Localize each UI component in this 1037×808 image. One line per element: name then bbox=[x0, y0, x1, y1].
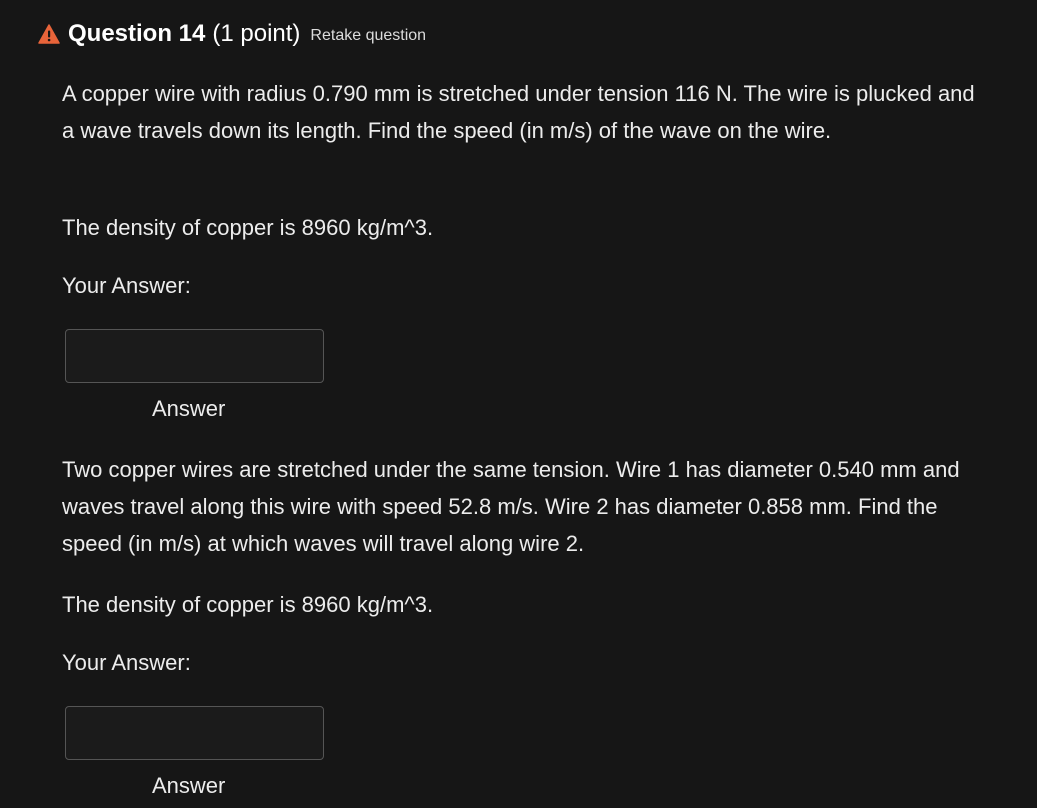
retake-question-link[interactable]: Retake question bbox=[310, 27, 426, 45]
question-title: Question 14 bbox=[68, 20, 206, 47]
density-note-2: The density of copper is 8960 kg/m^3. bbox=[62, 592, 434, 617]
your-answer-label-1: Your Answer: bbox=[62, 273, 191, 298]
question-header: Question 14 (1 point) Retake question bbox=[38, 18, 426, 50]
your-answer-label-2: Your Answer: bbox=[62, 650, 191, 675]
question-prompt-1: A copper wire with radius 0.790 mm is st… bbox=[62, 81, 975, 143]
answer-caption-2: Answer bbox=[152, 773, 226, 798]
answer-caption-1: Answer bbox=[152, 396, 226, 421]
answer-input-1[interactable] bbox=[65, 329, 324, 383]
question-points: (1 point) bbox=[212, 20, 301, 47]
question-prompt-2: Two copper wires are stretched under the… bbox=[62, 457, 960, 556]
density-note-1: The density of copper is 8960 kg/m^3. bbox=[62, 215, 434, 240]
answer-input-2[interactable] bbox=[65, 706, 324, 760]
warning-icon bbox=[38, 24, 60, 44]
